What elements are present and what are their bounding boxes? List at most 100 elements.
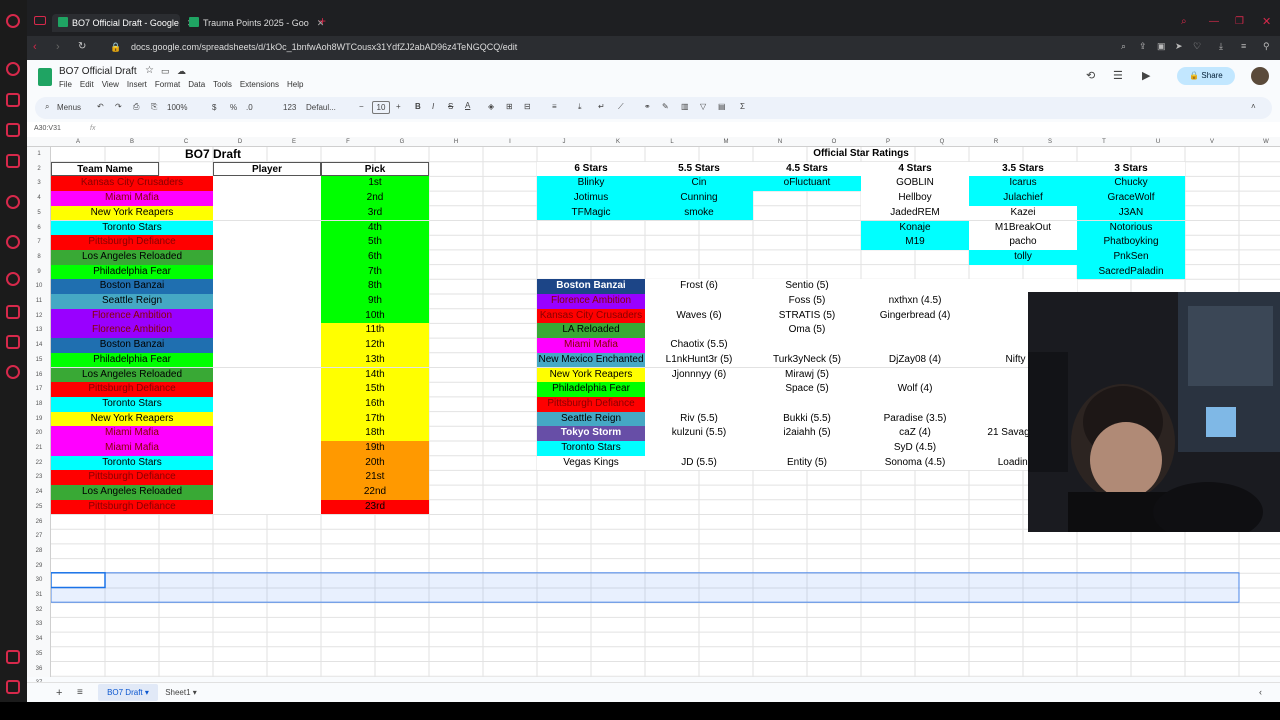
fill-color-icon[interactable]: ◈	[488, 102, 494, 111]
decrease-font-icon[interactable]: −	[359, 102, 364, 111]
rotate-icon[interactable]: ⟋	[618, 102, 624, 112]
row-header[interactable]: 8	[27, 250, 51, 265]
draft-team[interactable]: Philadelphia Fear	[51, 264, 213, 280]
menu-tools[interactable]: Tools	[213, 80, 232, 89]
draft-pick[interactable]: 3rd	[321, 205, 429, 221]
draft-player-cell[interactable]	[213, 367, 321, 383]
zoom-select[interactable]: 100%	[167, 103, 187, 112]
roster-team[interactable]: Kansas City Crusaders	[537, 308, 645, 324]
row-header[interactable]: 6	[27, 221, 51, 236]
roster-pick[interactable]: Turk3yNeck (5)	[753, 352, 861, 368]
formula-input[interactable]	[104, 124, 1274, 135]
draft-player-cell[interactable]	[213, 264, 321, 280]
meet-icon[interactable]: ▶	[1142, 69, 1150, 82]
menu-format[interactable]: Format	[155, 80, 180, 89]
roster-pick[interactable]: DjZay08 (4)	[861, 352, 969, 368]
column-header[interactable]: D	[213, 137, 267, 147]
row-header[interactable]: 14	[27, 338, 51, 353]
roster-pick[interactable]: Bukki (5.5)	[753, 411, 861, 427]
roster-team[interactable]: Pittsburgh Defiance	[537, 396, 645, 412]
draft-team[interactable]: Seattle Reign	[51, 294, 213, 309]
reload-icon[interactable]: ↻	[78, 41, 86, 52]
row-header[interactable]: 21	[27, 441, 51, 456]
row-header[interactable]: 34	[27, 632, 51, 647]
row-header[interactable]: 15	[27, 353, 51, 368]
rated-player[interactable]: TFMagic	[537, 205, 645, 221]
rated-player[interactable]: Blinky	[537, 176, 645, 192]
roster-pick[interactable]	[753, 396, 861, 412]
rated-player[interactable]: JadedREM	[861, 205, 969, 221]
draft-pick[interactable]: 16th	[321, 396, 429, 412]
draft-team[interactable]: Philadelphia Fear	[51, 352, 213, 368]
tab-list-icon[interactable]	[34, 16, 46, 25]
draft-player-cell[interactable]	[213, 411, 321, 427]
draft-pick[interactable]: 4th	[321, 220, 429, 236]
team-name-header[interactable]: Team Name	[51, 161, 159, 177]
roster-pick[interactable]	[861, 323, 969, 339]
sidebar-app-icon[interactable]	[6, 62, 20, 76]
star-icon[interactable]: ☆	[145, 65, 154, 76]
roster-team[interactable]: Tokyo Storm	[537, 426, 645, 441]
print-icon[interactable]: ⎙	[133, 102, 139, 112]
minimize-icon[interactable]: —	[1209, 16, 1219, 27]
bookmark-icon[interactable]: ♡	[1193, 41, 1201, 52]
roster-pick[interactable]: Paradise (3.5)	[861, 411, 969, 427]
row-header[interactable]: 36	[27, 662, 51, 677]
roster-pick[interactable]	[645, 294, 753, 309]
roster-pick[interactable]	[645, 441, 753, 456]
draft-pick[interactable]: 20th	[321, 455, 429, 471]
draft-pick[interactable]: 2nd	[321, 191, 429, 206]
draft-pick[interactable]: 10th	[321, 308, 429, 324]
draft-team[interactable]: Toronto Stars	[51, 396, 213, 412]
sheets-logo-icon[interactable]	[38, 68, 52, 86]
draft-team[interactable]: Toronto Stars	[51, 220, 213, 236]
draft-player-cell[interactable]	[213, 205, 321, 221]
roster-team[interactable]: Toronto Stars	[537, 441, 645, 456]
link-icon[interactable]: ⚭	[644, 102, 651, 111]
rating-header[interactable]: 3 Stars	[1077, 161, 1185, 177]
column-header[interactable]: M	[699, 137, 753, 147]
draft-pick[interactable]: 18th	[321, 426, 429, 441]
roster-pick[interactable]: i2aiahh (5)	[753, 426, 861, 441]
strikethrough-icon[interactable]: S	[448, 102, 453, 111]
menu-insert[interactable]: Insert	[127, 80, 147, 89]
add-sheet-icon[interactable]: +	[56, 687, 62, 699]
column-header[interactable]: R	[969, 137, 1023, 147]
roster-pick[interactable]: SyD (4.5)	[861, 441, 969, 456]
row-header[interactable]: 31	[27, 588, 51, 603]
roster-pick[interactable]: kulzuni (5.5)	[645, 426, 753, 441]
row-header[interactable]: 24	[27, 485, 51, 500]
column-header[interactable]: L	[645, 137, 699, 147]
draft-team[interactable]: Pittsburgh Defiance	[51, 470, 213, 486]
roster-team[interactable]: Seattle Reign	[537, 411, 645, 427]
avatar[interactable]	[1251, 67, 1269, 85]
roster-team[interactable]: Philadelphia Fear	[537, 382, 645, 397]
row-header[interactable]: 26	[27, 515, 51, 530]
sheet-tab-bo7-draft[interactable]: BO7 Draft ▾	[98, 684, 158, 701]
name-box[interactable]: A30:V31	[34, 125, 61, 132]
rated-player[interactable]: Chucky	[1077, 176, 1185, 192]
ratings-title[interactable]: Official Star Ratings	[537, 147, 1185, 162]
draft-team[interactable]: Los Angeles Reloaded	[51, 485, 213, 500]
row-header[interactable]: 10	[27, 279, 51, 294]
roster-pick[interactable]: Chaotix (5.5)	[645, 338, 753, 353]
search-menus[interactable]: Menus	[57, 103, 81, 112]
roster-pick[interactable]: caZ (4)	[861, 426, 969, 441]
borders-icon[interactable]: ⊞	[506, 102, 513, 111]
row-header[interactable]: 12	[27, 309, 51, 324]
draft-team[interactable]: Miami Mafia	[51, 426, 213, 441]
roster-pick[interactable]	[753, 338, 861, 353]
paint-format-icon[interactable]: ⎘	[151, 102, 157, 112]
roster-team[interactable]: Miami Mafia	[537, 338, 645, 353]
draft-pick[interactable]: 6th	[321, 249, 429, 265]
draft-pick[interactable]: 15th	[321, 382, 429, 397]
roster-pick[interactable]: Space (5)	[753, 382, 861, 397]
close-window-icon[interactable]: ✕	[1262, 15, 1271, 28]
number-format[interactable]: 123	[283, 103, 296, 112]
roster-pick[interactable]: Sentio (5)	[753, 279, 861, 294]
rating-header[interactable]: 5.5 Stars	[645, 161, 753, 177]
roster-pick[interactable]: nxthxn (4.5)	[861, 294, 969, 309]
url-field[interactable]: docs.google.com/spreadsheets/d/1kOc_1bnf…	[131, 42, 517, 52]
roster-pick[interactable]: STRATIS (5)	[753, 308, 861, 324]
sheet-tab-sheet1[interactable]: Sheet1 ▾	[160, 684, 202, 701]
